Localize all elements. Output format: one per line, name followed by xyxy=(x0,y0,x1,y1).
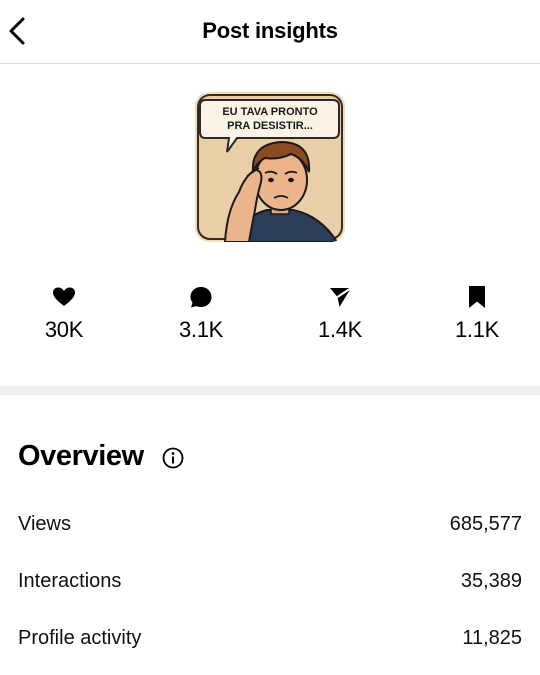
top-bar: Post insights xyxy=(0,0,540,64)
share-icon xyxy=(330,287,352,307)
comic-illustration: EU TAVA PRONTO PRA DESISTIR... xyxy=(195,92,345,242)
bubble-line-1: EU TAVA PRONTO xyxy=(222,106,318,118)
metric-label: Interactions xyxy=(18,570,122,592)
metric-value: 35,389 xyxy=(460,570,522,592)
metric-row-interactions[interactable]: Interactions 35,389 xyxy=(18,570,522,598)
comment-icon xyxy=(190,287,212,308)
metric-row-profile-activity[interactable]: Profile activity 11,825 xyxy=(18,627,522,655)
bubble-line-2: PRA DESISTIR... xyxy=(227,120,313,132)
metric-row-views[interactable]: Views 685,577 xyxy=(18,513,522,541)
bookmark-icon xyxy=(469,286,485,308)
section-divider xyxy=(0,386,540,395)
stat-comments: 3.1K xyxy=(151,285,251,343)
overview-info-button[interactable] xyxy=(162,447,184,469)
metric-label: Profile activity xyxy=(18,627,142,649)
likes-count: 30K xyxy=(44,317,84,342)
metric-label: Views xyxy=(18,513,71,535)
heart-icon xyxy=(53,287,75,306)
stat-saves: 1.1K xyxy=(427,285,527,343)
engagement-stats: 30K 3.1K 1.4K 1.1K xyxy=(0,285,540,355)
stat-likes: 30K xyxy=(14,285,114,343)
shares-count: 1.4K xyxy=(317,317,363,342)
metric-value: 11,825 xyxy=(462,627,522,649)
info-icon xyxy=(162,447,184,469)
comments-count: 3.1K xyxy=(178,317,224,342)
overview-title: Overview xyxy=(18,440,144,472)
post-thumbnail[interactable]: EU TAVA PRONTO PRA DESISTIR... xyxy=(195,92,345,242)
page-title: Post insights xyxy=(202,18,338,43)
stat-shares: 1.4K xyxy=(290,285,390,343)
saves-count: 1.1K xyxy=(454,317,500,342)
metric-value: 685,577 xyxy=(449,513,522,535)
